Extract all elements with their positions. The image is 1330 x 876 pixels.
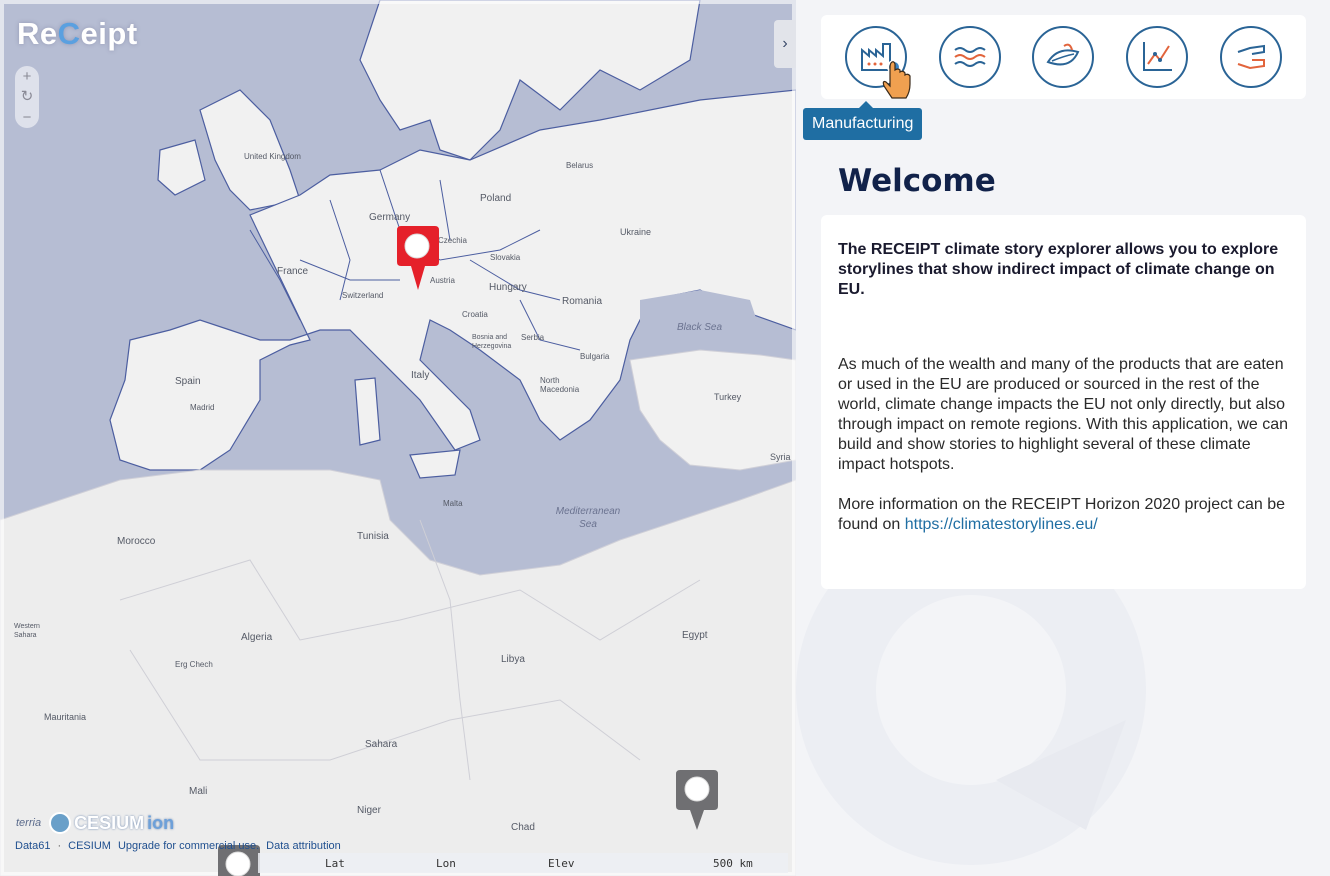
- category-cooperation[interactable]: [1220, 26, 1283, 88]
- scale-label: 500 km: [713, 856, 753, 870]
- cesium-globe-icon: [49, 812, 72, 834]
- label-ukraine: Ukraine: [620, 227, 652, 237]
- intro-paragraph: As much of the wealth and many of the pr…: [838, 356, 1289, 473]
- label-slovakia: Slovakia: [490, 253, 521, 262]
- label-niger: Niger: [357, 805, 381, 816]
- label-bulgaria: Bulgaria: [580, 352, 610, 361]
- lon-label: Lon: [436, 856, 456, 870]
- label-hungary: Hungary: [489, 282, 527, 293]
- intro-lead: The RECEIPT climate story explorer allow…: [838, 241, 1279, 298]
- climatestorylines-link[interactable]: https://climatestorylines.eu/: [905, 516, 1098, 533]
- lat-label: Lat: [325, 856, 345, 870]
- zoom-controls: + ↻ −: [15, 66, 39, 128]
- label-malta: Malta: [443, 499, 463, 508]
- map-viewer[interactable]: United Kingdom Germany Poland Belarus Cz…: [0, 0, 796, 876]
- chevron-right-icon: ›: [782, 35, 788, 52]
- label-turkey: Turkey: [714, 392, 742, 402]
- app-logo: ReCeipt: [17, 16, 138, 51]
- label-spain: Spain: [175, 376, 201, 387]
- welcome-title: Welcome: [838, 163, 996, 199]
- label-sahara: Sahara: [365, 739, 398, 750]
- label-belarus: Belarus: [566, 161, 594, 170]
- category-water[interactable]: [938, 26, 1001, 88]
- attribution-bar: Data61 · CESIUM Upgrade for commercial use.…: [15, 840, 341, 852]
- zoom-in-button[interactable]: +: [23, 69, 32, 84]
- label-switzerland: Switzerland: [342, 291, 384, 300]
- category-finance[interactable]: [1126, 26, 1189, 88]
- category-agriculture[interactable]: [1032, 26, 1095, 88]
- app-root: United Kingdom Germany Poland Belarus Cz…: [0, 0, 1330, 876]
- data-attribution-link[interactable]: Data attribution: [266, 840, 341, 852]
- label-madrid: Madrid: [190, 403, 215, 412]
- collapse-panel-button[interactable]: ›: [774, 20, 796, 68]
- label-czechia: Czechia: [438, 236, 467, 245]
- label-poland: Poland: [480, 193, 512, 204]
- story-panel: Manufacturing Welcome The RECEIPT climat…: [796, 0, 1330, 876]
- label-algeria: Algeria: [241, 632, 273, 643]
- label-france: France: [277, 266, 309, 277]
- leaf-icon: [1046, 43, 1080, 66]
- label-germany: Germany: [369, 212, 411, 223]
- label-mali: Mali: [189, 786, 208, 797]
- cesium-link[interactable]: CESIUM: [68, 840, 111, 852]
- label-chad: Chad: [511, 822, 535, 833]
- cesium-ion-logo[interactable]: CESIUM ion: [49, 812, 174, 834]
- label-tunisia: Tunisia: [357, 531, 389, 542]
- category-tooltip: Manufacturing: [803, 101, 923, 140]
- label-croatia: Croatia: [462, 310, 488, 319]
- label-serbia: Serbia: [521, 333, 545, 342]
- label-erg-chech: Erg Chech: [175, 660, 213, 669]
- label-mediterranean: Mediterranean Sea: [555, 506, 621, 530]
- label-italy: Italy: [411, 370, 430, 381]
- elev-label: Elev: [548, 856, 575, 870]
- story-marker[interactable]: [676, 770, 718, 837]
- label-syria: Syria: [770, 452, 791, 462]
- hands-icon: [1237, 44, 1266, 70]
- label-bosnia: Bosnia and Herzegovina: [472, 334, 512, 350]
- label-romania: Romania: [562, 296, 603, 307]
- story-marker-selected[interactable]: [397, 226, 439, 297]
- map-labels: United Kingdom Germany Poland Belarus Cz…: [0, 0, 796, 876]
- chart-icon: [1143, 42, 1173, 71]
- label-black-sea: Black Sea: [677, 322, 723, 333]
- terria-logo[interactable]: terria: [16, 817, 41, 829]
- label-libya: Libya: [501, 654, 525, 665]
- label-mauritania: Mauritania: [44, 712, 87, 722]
- label-western-sahara: Western Sahara: [14, 623, 40, 639]
- label-north-macedonia: North Macedonia: [540, 376, 580, 394]
- label-united-kingdom: United Kingdom: [244, 152, 301, 161]
- label-egypt: Egypt: [682, 630, 708, 641]
- upgrade-link[interactable]: Upgrade for commercial use.: [118, 840, 259, 852]
- zoom-out-button[interactable]: −: [23, 110, 32, 125]
- pointer-hand-icon: [882, 60, 911, 99]
- location-status-bar: Lat Lon Elev 500 km: [258, 853, 788, 873]
- data61-link[interactable]: Data61: [15, 840, 50, 852]
- refresh-view-icon[interactable]: ↻: [21, 89, 34, 104]
- welcome-card: The RECEIPT climate story explorer allow…: [821, 215, 1306, 589]
- map-credits: terria CESIUM ion: [16, 812, 174, 834]
- label-morocco: Morocco: [117, 536, 156, 547]
- more-info-paragraph: More information on the RECEIPT Horizon …: [838, 496, 1286, 533]
- waves-icon: [954, 47, 986, 67]
